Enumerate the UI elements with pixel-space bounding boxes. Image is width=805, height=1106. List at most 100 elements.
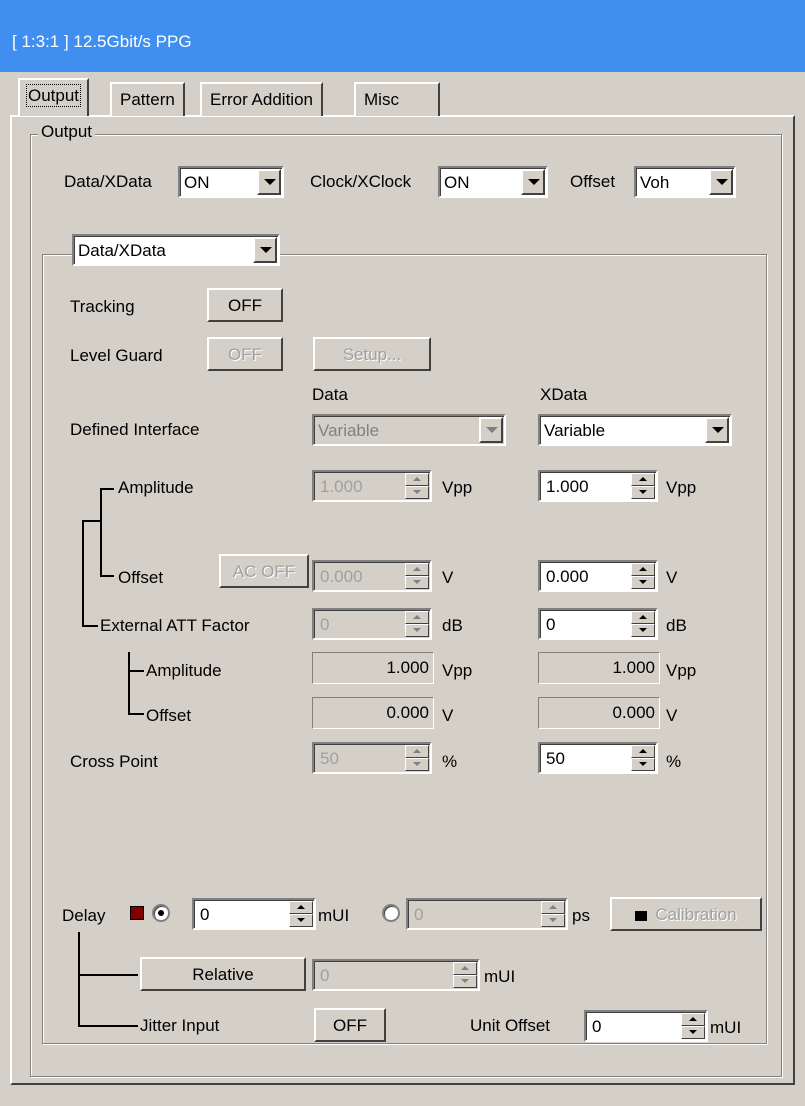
calibration-label: Calibration [655, 905, 737, 924]
spin-up-icon[interactable] [405, 563, 429, 576]
tab-error-addition-label: Error Addition [210, 90, 313, 109]
calibration-led-icon [635, 910, 648, 921]
tab-misc[interactable]: Misc [354, 82, 440, 116]
relative-button[interactable]: Relative [140, 957, 306, 991]
offset-xdata-value: 0.000 [546, 567, 589, 586]
tab-error-addition[interactable]: Error Addition [200, 82, 323, 116]
spin-down-icon[interactable] [289, 914, 313, 927]
output-group-legend: Output [38, 122, 96, 142]
spin-down-icon[interactable] [453, 975, 477, 988]
offset-data-spinbox[interactable]: 0.000 [312, 560, 432, 592]
spin-down-icon[interactable] [631, 758, 655, 771]
spin-up-icon[interactable] [289, 901, 313, 914]
chevron-down-icon[interactable] [705, 417, 729, 443]
offset-label: Offset [118, 568, 164, 587]
spin-down-icon[interactable] [631, 486, 655, 499]
tree-line [82, 520, 100, 522]
chevron-down-icon[interactable] [479, 417, 503, 443]
defined-interface-xdata-value: Variable [544, 421, 606, 440]
defined-interface-data-select[interactable]: Variable [312, 414, 506, 446]
spin-down-icon[interactable] [405, 576, 429, 589]
jitter-input-button[interactable]: OFF [314, 1008, 386, 1042]
spin-up-icon[interactable] [631, 745, 655, 758]
level-guard-button[interactable]: OFF [207, 337, 283, 371]
chevron-down-icon[interactable] [709, 169, 733, 195]
level-guard-setup-button[interactable]: Setup... [313, 337, 431, 371]
ext-amplitude-label: Amplitude [146, 661, 222, 680]
data-xdata-select[interactable]: ON [178, 166, 284, 198]
tree-line [128, 652, 130, 714]
spin-down-icon[interactable] [631, 576, 655, 589]
delay-ps-radio[interactable] [382, 904, 400, 922]
spin-up-icon[interactable] [631, 473, 655, 486]
spin-up-icon[interactable] [631, 563, 655, 576]
spin-up-icon[interactable] [541, 901, 565, 914]
spin-up-icon[interactable] [453, 962, 477, 975]
ext-att-data-spinbox[interactable]: 0 [312, 608, 432, 640]
spin-down-icon[interactable] [405, 486, 429, 499]
delay-mui-radio[interactable] [152, 904, 170, 922]
amplitude-xdata-spinbox[interactable]: 1.000 [538, 470, 658, 502]
amplitude-data-spinbox[interactable]: 1.000 [312, 470, 432, 502]
cross-point-data-spinbox[interactable]: 50 [312, 742, 432, 774]
spin-down-icon[interactable] [631, 624, 655, 637]
chevron-down-icon[interactable] [253, 237, 277, 263]
ac-off-button[interactable]: AC OFF [219, 554, 309, 588]
tab-output[interactable]: Output [18, 78, 90, 116]
spin-down-icon[interactable] [681, 1026, 705, 1039]
clock-xclock-value: ON [444, 173, 470, 192]
tree-line [128, 670, 144, 672]
tree-line [100, 488, 102, 576]
chevron-down-icon[interactable] [521, 169, 545, 195]
ext-amplitude-xdata-unit: Vpp [666, 661, 697, 680]
spin-down-icon[interactable] [405, 624, 429, 637]
ext-amplitude-data-value: 1.000 [312, 652, 434, 684]
defined-interface-xdata-select[interactable]: Variable [538, 414, 732, 446]
offset-xdata-unit: V [666, 568, 678, 587]
cross-point-data-unit: % [442, 752, 458, 771]
tab-misc-label: Misc [364, 90, 399, 109]
spin-down-icon[interactable] [541, 914, 565, 927]
delay-status-led-icon [130, 906, 144, 920]
cross-point-data-value: 50 [320, 749, 339, 768]
window-title: [ 1:3:1 ] 12.5Gbit/s PPG [12, 32, 192, 51]
chevron-down-icon[interactable] [257, 169, 281, 195]
offset-data-value: 0.000 [320, 567, 363, 586]
unit-offset-spinbox[interactable]: 0 [584, 1010, 708, 1042]
spin-up-icon[interactable] [405, 611, 429, 624]
delay-ps-unit: ps [572, 906, 590, 925]
relative-spinbox[interactable]: 0 [312, 959, 480, 991]
channel-select[interactable]: Data/XData [72, 234, 280, 266]
spin-down-icon[interactable] [405, 758, 429, 771]
offset-mode-value: Voh [640, 173, 670, 192]
spin-up-icon[interactable] [631, 611, 655, 624]
tree-line [100, 488, 114, 490]
offset-mode-label: Offset [570, 172, 616, 191]
data-xdata-label: Data/XData [64, 172, 152, 191]
ext-att-xdata-spinbox[interactable]: 0 [538, 608, 658, 640]
spin-up-icon[interactable] [405, 745, 429, 758]
tracking-button[interactable]: OFF [207, 288, 283, 322]
window-title-bar: [ 1:3:1 ] 12.5Gbit/s PPG [0, 0, 805, 72]
spin-up-icon[interactable] [681, 1013, 705, 1026]
delay-mui-spinbox[interactable]: 0 [192, 898, 316, 930]
jitter-input-label: Jitter Input [140, 1016, 220, 1035]
ext-att-xdata-value: 0 [546, 615, 556, 634]
delay-ps-spinbox[interactable]: 0 [406, 898, 568, 930]
ext-att-label: External ATT Factor [100, 616, 250, 635]
ext-att-xdata-unit: dB [666, 616, 687, 635]
amplitude-data-value: 1.000 [320, 477, 363, 496]
cross-point-xdata-spinbox[interactable]: 50 [538, 742, 658, 774]
channel-select-value: Data/XData [78, 241, 166, 260]
tab-pattern[interactable]: Pattern [110, 82, 185, 116]
clock-xclock-select[interactable]: ON [438, 166, 548, 198]
spin-up-icon[interactable] [405, 473, 429, 486]
amplitude-label: Amplitude [118, 478, 194, 497]
relative-unit: mUI [484, 967, 516, 986]
data-xdata-value: ON [184, 173, 210, 192]
ext-amplitude-data-unit: Vpp [442, 661, 473, 680]
tree-line [78, 1025, 138, 1027]
offset-mode-select[interactable]: Voh [634, 166, 736, 198]
calibration-button[interactable]: Calibration [610, 897, 762, 931]
offset-xdata-spinbox[interactable]: 0.000 [538, 560, 658, 592]
